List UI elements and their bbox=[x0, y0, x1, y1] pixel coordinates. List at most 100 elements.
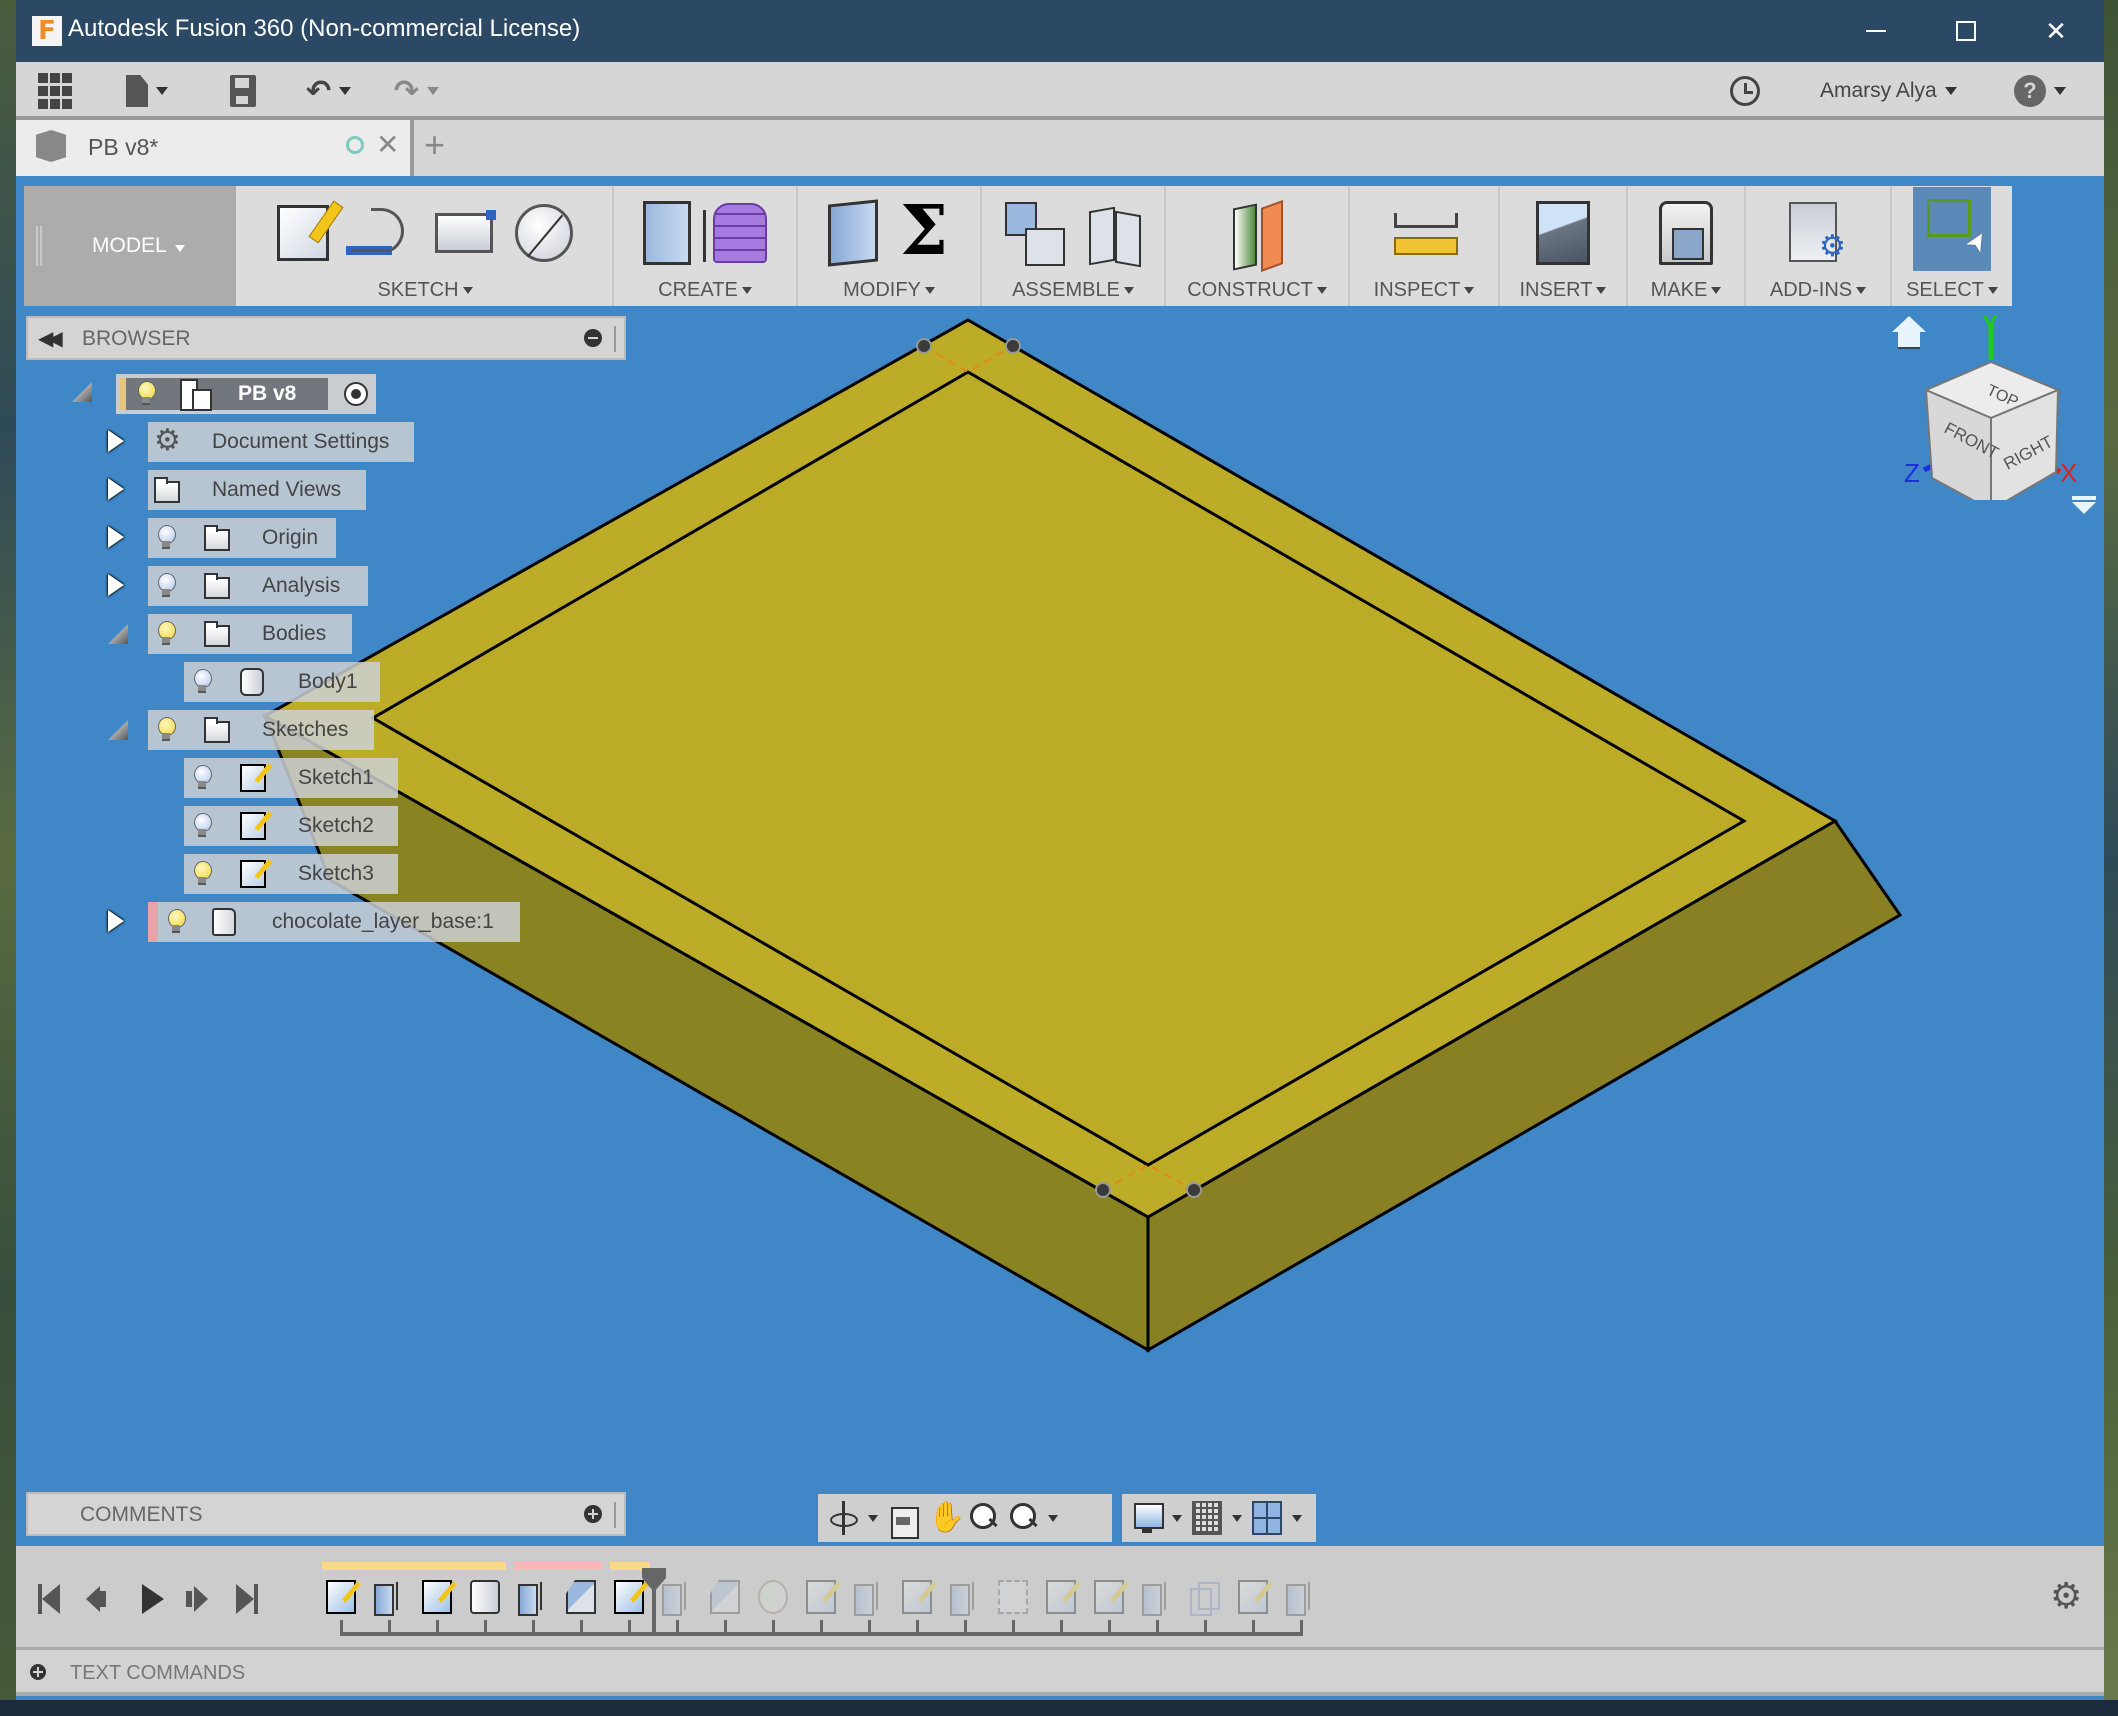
visibility-bulb-icon[interactable] bbox=[194, 765, 212, 789]
visibility-bulb-icon[interactable] bbox=[158, 621, 176, 645]
chevron-down-icon[interactable] bbox=[1048, 1514, 1058, 1522]
timeline-last-icon[interactable] bbox=[232, 1584, 262, 1614]
chevron-down-icon[interactable] bbox=[1292, 1514, 1302, 1522]
workspace-switcher[interactable]: MODEL bbox=[24, 186, 236, 306]
browser-node[interactable]: Origin bbox=[148, 518, 336, 558]
visibility-bulb-icon[interactable] bbox=[168, 909, 186, 933]
press-pull-icon[interactable] bbox=[828, 199, 878, 267]
chevron-down-icon[interactable] bbox=[1232, 1514, 1242, 1522]
expand-toggle[interactable] bbox=[108, 430, 128, 454]
collapse-toggle[interactable] bbox=[108, 720, 128, 744]
grid-snaps-icon[interactable] bbox=[1192, 1501, 1222, 1535]
browser-node[interactable]: Bodies bbox=[148, 614, 352, 654]
look-at-icon[interactable] bbox=[888, 1501, 919, 1539]
timeline-marker[interactable] bbox=[642, 1568, 666, 1634]
timeline-feature-combine-icon[interactable] bbox=[1190, 1580, 1220, 1616]
timeline-feature-sketch-icon[interactable] bbox=[1094, 1580, 1124, 1614]
close-tab-icon[interactable]: ✕ bbox=[376, 128, 399, 161]
insert-image-icon[interactable] bbox=[1536, 201, 1590, 265]
timeline-feature-extrude-icon[interactable] bbox=[854, 1580, 884, 1616]
browser-node[interactable]: Named Views bbox=[148, 470, 366, 510]
rectangle-icon[interactable] bbox=[435, 210, 496, 253]
browser-node[interactable]: chocolate_layer_base:1 bbox=[148, 902, 520, 942]
user-menu[interactable]: Amarsy Alya bbox=[1820, 72, 1957, 110]
arc-icon[interactable] bbox=[351, 208, 413, 258]
add-ins-menu[interactable]: ADD-INS bbox=[1746, 279, 1890, 302]
activate-radio-icon[interactable] bbox=[344, 382, 368, 406]
minimize-panel-icon[interactable] bbox=[584, 329, 602, 347]
joint-icon[interactable] bbox=[1085, 203, 1141, 263]
expand-toggle[interactable] bbox=[108, 574, 128, 598]
visibility-bulb-icon[interactable] bbox=[194, 861, 212, 885]
browser-node[interactable]: Body1 bbox=[184, 662, 380, 702]
timeline-feature-sketch-icon[interactable] bbox=[422, 1580, 452, 1614]
redo-button[interactable]: ↷ bbox=[394, 72, 440, 110]
timeline-group-bar[interactable] bbox=[322, 1562, 506, 1570]
undo-button[interactable]: ↶ bbox=[306, 72, 352, 110]
timeline-settings-gear-icon[interactable]: ⚙ bbox=[2050, 1578, 2082, 1614]
view-cube-menu-icon[interactable] bbox=[2072, 496, 2096, 514]
document-tab[interactable]: PB v8* ✕ bbox=[16, 120, 414, 176]
expand-toggle[interactable] bbox=[108, 478, 128, 502]
panel-resize-grip[interactable] bbox=[614, 326, 618, 352]
timeline-feature-sketch-icon[interactable] bbox=[326, 1580, 356, 1614]
data-panel-grid-icon[interactable] bbox=[38, 72, 72, 110]
timeline-next-icon[interactable] bbox=[182, 1584, 212, 1614]
help-button[interactable]: ? bbox=[2014, 72, 2066, 110]
timeline-previous-icon[interactable] bbox=[84, 1584, 114, 1614]
visibility-bulb-icon[interactable] bbox=[138, 381, 156, 405]
collapse-panel-icon[interactable]: ◀◀ bbox=[38, 326, 63, 351]
vertex-point[interactable] bbox=[916, 338, 932, 354]
timeline-feature-component-icon[interactable] bbox=[470, 1580, 500, 1614]
expand-toggle[interactable] bbox=[108, 526, 128, 550]
browser-node[interactable]: Analysis bbox=[148, 566, 368, 606]
timeline-feature-joint-icon[interactable] bbox=[758, 1580, 788, 1614]
timeline-feature-chamfer-icon[interactable] bbox=[710, 1580, 740, 1614]
minimize-button[interactable] bbox=[1846, 8, 1906, 54]
visibility-bulb-icon[interactable] bbox=[158, 573, 176, 597]
offset-plane-icon[interactable] bbox=[1225, 200, 1289, 266]
browser-node[interactable]: Sketches bbox=[148, 710, 374, 750]
sketch-menu[interactable]: SKETCH bbox=[238, 279, 612, 302]
timeline-play-icon[interactable] bbox=[136, 1584, 166, 1614]
job-status-button[interactable] bbox=[1730, 72, 1762, 110]
toolbar-grip[interactable] bbox=[36, 226, 42, 266]
construct-menu[interactable]: CONSTRUCT bbox=[1166, 279, 1348, 302]
visibility-bulb-icon[interactable] bbox=[158, 525, 176, 549]
timeline-feature-extrude-icon[interactable] bbox=[1286, 1580, 1316, 1616]
fit-zoom-window-icon[interactable] bbox=[1008, 1501, 1038, 1535]
make-menu[interactable]: MAKE bbox=[1628, 279, 1744, 302]
timeline-feature-extrude-icon[interactable] bbox=[662, 1580, 692, 1616]
timeline-feature-extrude-icon[interactable] bbox=[1142, 1580, 1172, 1616]
select-menu[interactable]: SELECT bbox=[1892, 279, 2012, 302]
viewports-icon[interactable] bbox=[1252, 1501, 1282, 1535]
chevron-down-icon[interactable] bbox=[1172, 1514, 1182, 1522]
create-form-icon[interactable] bbox=[713, 203, 767, 263]
browser-node[interactable]: Sketch1 bbox=[184, 758, 398, 798]
vertex-point[interactable] bbox=[1005, 338, 1021, 354]
vertex-point[interactable] bbox=[1095, 1182, 1111, 1198]
timeline-feature-pattern-icon[interactable] bbox=[998, 1580, 1028, 1614]
view-cube[interactable]: Y Z X TOP FRONT RIGHT bbox=[1896, 310, 2086, 500]
expand-comments-icon[interactable] bbox=[584, 1505, 602, 1523]
browser-node[interactable]: Sketch2 bbox=[184, 806, 398, 846]
pan-hand-icon[interactable]: ✋ bbox=[928, 1501, 965, 1535]
visibility-bulb-icon[interactable] bbox=[158, 717, 176, 741]
timeline-feature-sketch-icon[interactable] bbox=[806, 1580, 836, 1614]
scripts-add-ins-icon[interactable] bbox=[1789, 202, 1847, 264]
timeline-feature-extrude-icon[interactable] bbox=[950, 1580, 980, 1616]
create-menu[interactable]: CREATE bbox=[614, 279, 796, 302]
create-sketch-icon[interactable] bbox=[277, 205, 329, 261]
circle-icon[interactable] bbox=[515, 204, 573, 262]
parameters-sigma-icon[interactable]: Σ bbox=[900, 197, 950, 266]
browser-node[interactable]: ⚙ Document Settings bbox=[148, 422, 414, 462]
timeline-feature-sketch-icon[interactable] bbox=[614, 1580, 644, 1614]
vertex-point[interactable] bbox=[1186, 1182, 1202, 1198]
new-component-icon[interactable] bbox=[1005, 202, 1065, 266]
timeline-feature-chamfer-icon[interactable] bbox=[566, 1580, 596, 1614]
collapse-toggle[interactable] bbox=[72, 382, 92, 406]
timeline-group-bar[interactable] bbox=[514, 1562, 602, 1570]
insert-menu[interactable]: INSERT bbox=[1500, 279, 1626, 302]
timeline-first-icon[interactable] bbox=[36, 1584, 66, 1614]
expand-toggle[interactable] bbox=[108, 910, 128, 934]
